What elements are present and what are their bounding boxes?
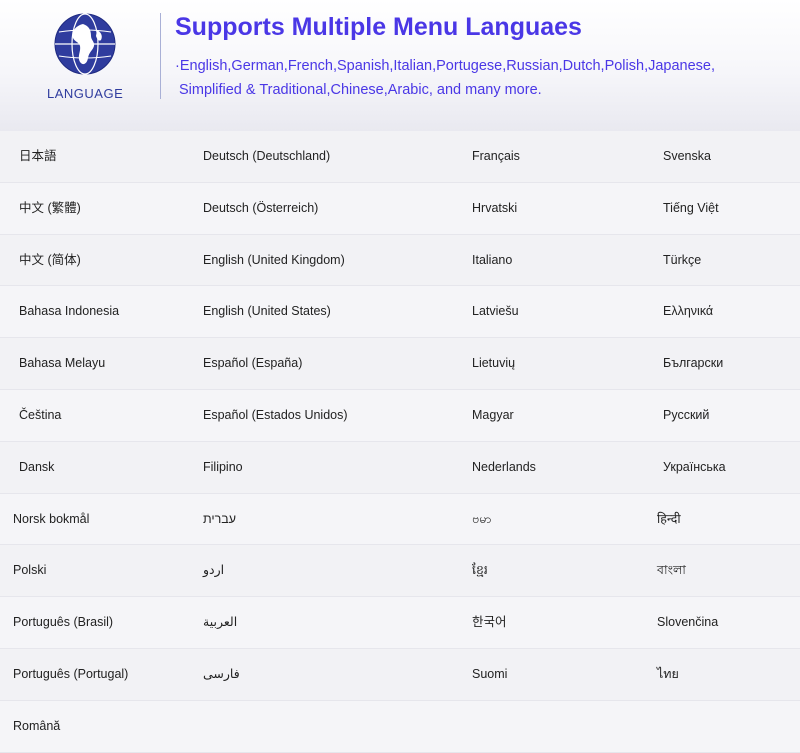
language-cell: বাংলা xyxy=(657,563,686,578)
language-cell: Čeština xyxy=(19,407,62,422)
table-row: Dansk Filipino Nederlands Українська xyxy=(0,441,800,494)
table-row: 日本語 Deutsch (Deutschland) Français Svenska xyxy=(0,131,800,183)
table-row: Norsk bokmål עברית ဗမာ हिन्दी xyxy=(0,493,800,546)
language-cell: Deutsch (Österreich) xyxy=(203,200,319,215)
table-row: Bahasa Indonesia English (United States) L… xyxy=(0,286,800,339)
language-cell: Ελληνικά xyxy=(663,304,714,319)
language-cell: ไทย xyxy=(657,666,679,681)
language-cell: Latviešu xyxy=(472,304,519,319)
language-cell: ဗမာ xyxy=(472,511,492,526)
header-banner: LANGUAGE Supports Multiple Menu Languaes… xyxy=(0,0,800,131)
language-cell: Português (Portugal) xyxy=(13,666,129,681)
table-row: Polski اردو ខ្មែរ বাংলা xyxy=(0,545,800,598)
language-cell: Tiếng Việt xyxy=(663,200,719,215)
language-cell: 中文 (繁體) xyxy=(19,200,81,215)
language-cell: Italiano xyxy=(472,252,513,267)
table-row: Português (Portugal) فارسی Suomi ไทย xyxy=(0,648,800,701)
language-cell: 한국어 xyxy=(472,615,507,630)
language-cell: Magyar xyxy=(472,407,514,422)
language-cell: עברית xyxy=(203,511,237,526)
language-cell: Українська xyxy=(663,459,726,474)
language-cell: Svenska xyxy=(663,149,711,163)
language-cell: العربية xyxy=(203,615,238,630)
language-cell: Norsk bokmål xyxy=(13,511,90,526)
globe-icon xyxy=(54,13,116,75)
language-cell: اردو xyxy=(203,563,225,578)
language-cell: Français xyxy=(472,149,520,163)
language-cell: Español (España) xyxy=(203,356,303,371)
language-cell: 日本語 xyxy=(19,149,57,163)
language-cell: فارسی xyxy=(203,666,240,681)
table-row: Bahasa Melayu Español (España) Lietuvių Бъл… xyxy=(0,338,800,390)
language-cell: Hrvatski xyxy=(472,200,518,215)
language-cell: English (United Kingdom) xyxy=(203,252,345,267)
language-cell: Slovenčina xyxy=(657,615,719,630)
page-subtitle: ·English,German,French,Spanish,Italian,P… xyxy=(175,54,790,102)
language-cell: Български xyxy=(663,356,724,371)
language-cell: Nederlands xyxy=(472,459,536,474)
language-cell: हिन्दी xyxy=(657,511,681,526)
language-cell: Deutsch (Deutschland) xyxy=(203,149,331,163)
language-cell: Lietuvių xyxy=(472,356,516,371)
language-cell: Bahasa Melayu xyxy=(19,356,106,371)
language-cell: Bahasa Indonesia xyxy=(19,304,120,319)
header-divider xyxy=(160,13,161,99)
language-cell: Filipino xyxy=(203,459,243,474)
language-logo: LANGUAGE xyxy=(47,10,123,105)
table-row: Português (Brasil) العربية 한국어 Slovenčina xyxy=(0,597,800,649)
subtitle-line-2: Simplified & Traditional,Chinese,Arabic,… xyxy=(179,82,542,98)
table-row: Română xyxy=(0,700,800,753)
language-cell: Español (Estados Unidos) xyxy=(203,407,348,422)
language-cell: ខ្មែរ xyxy=(472,563,488,578)
subtitle-line-1: ·English,German,French,Spanish,Italian,P… xyxy=(175,58,716,74)
table-row: 中文 (繁體) Deutsch (Österreich) Hrvatski Tiếng… xyxy=(0,182,800,235)
language-cell: 中文 (简体) xyxy=(19,252,81,267)
language-cell: Polski xyxy=(13,563,47,578)
language-cell: Dansk xyxy=(19,459,55,474)
language-cell: Română xyxy=(13,718,61,733)
language-cell: English (United States) xyxy=(203,304,331,319)
language-table: 日本語 Deutsch (Deutschland) Français Svenska 中… xyxy=(0,131,800,753)
page-title: Supports Multiple Menu Languaes xyxy=(175,13,582,41)
table-row: Čeština Español (Estados Unidos) Magyar Рус… xyxy=(0,389,800,442)
language-cell: Русский xyxy=(663,407,710,422)
table-row: 中文 (简体) English (United Kingdom) Italiano T… xyxy=(0,234,800,287)
language-cell: Suomi xyxy=(472,666,508,681)
language-cell: Türkçe xyxy=(663,252,702,267)
language-cell: Português (Brasil) xyxy=(13,615,114,630)
logo-label: LANGUAGE xyxy=(47,86,124,101)
